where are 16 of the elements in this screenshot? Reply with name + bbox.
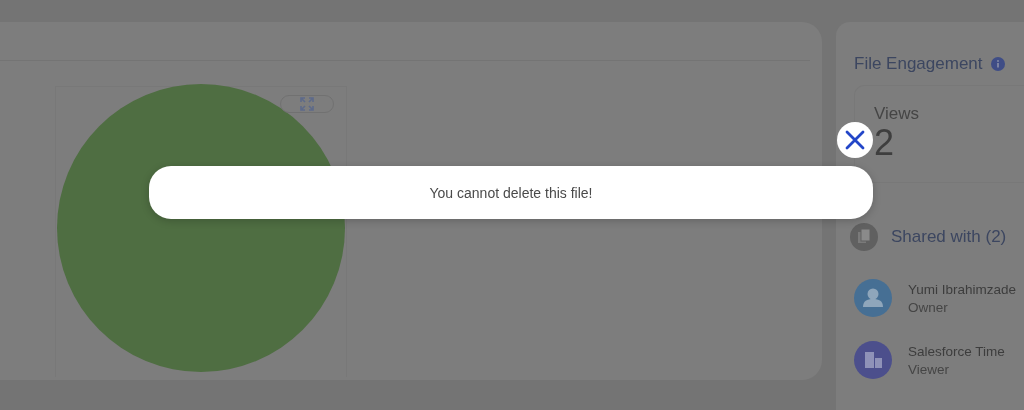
expand-icon	[300, 97, 314, 111]
views-count: 2	[874, 124, 896, 162]
person-name: Salesforce Time	[908, 343, 1005, 359]
alert-message: You cannot delete this file!	[149, 166, 873, 219]
section-title: Shared with (2)	[891, 227, 1007, 247]
user-avatar-icon	[854, 279, 892, 317]
person-role: Viewer	[908, 361, 951, 377]
section-title: File Engagement	[854, 54, 983, 74]
close-icon	[845, 130, 865, 150]
person-role: Owner	[908, 299, 949, 315]
info-icon[interactable]	[990, 57, 1005, 71]
copy-icon	[850, 223, 878, 251]
person-name: Yumi Ibrahimzade	[908, 281, 1017, 297]
views-label: Views	[874, 104, 921, 124]
expand-button[interactable]	[280, 95, 334, 113]
building-avatar-icon	[854, 341, 892, 379]
